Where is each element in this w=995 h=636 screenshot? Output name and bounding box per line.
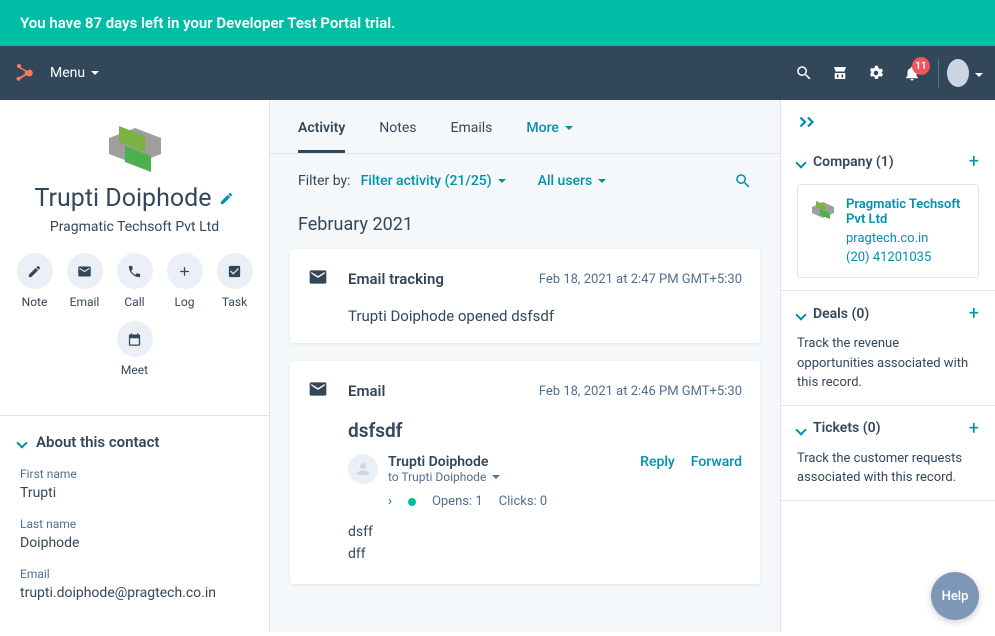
note-action[interactable]: Note xyxy=(17,253,53,309)
email-recipient-dropdown[interactable]: to Trupti Doiphode xyxy=(388,470,630,484)
deals-section-toggle[interactable]: Deals (0) + xyxy=(797,303,979,324)
right-panel: Company (1) + Pragmatic Techsoft Pvt Ltd… xyxy=(780,100,995,632)
reply-button[interactable]: Reply xyxy=(640,454,675,470)
filter-label: Filter by: xyxy=(298,173,351,189)
expand-panel-icon[interactable] xyxy=(781,100,995,139)
tabs: Activity Notes Emails More xyxy=(270,100,780,154)
search-timeline-icon[interactable] xyxy=(734,172,752,190)
email-sender: Trupti Doiphode xyxy=(388,454,630,470)
center-panel: Activity Notes Emails More Filter by: Fi… xyxy=(270,100,780,632)
timeline-month: February 2021 xyxy=(270,208,780,249)
log-action[interactable]: Log xyxy=(167,253,203,309)
add-deal-button[interactable]: + xyxy=(969,303,979,324)
envelope-icon xyxy=(308,379,336,403)
caret-down-icon xyxy=(973,64,983,83)
company-name-link[interactable]: Pragmatic Techsoft Pvt Ltd xyxy=(846,197,966,227)
status-dot-icon xyxy=(408,498,416,506)
call-action[interactable]: Call xyxy=(117,253,153,309)
task-action[interactable]: Task xyxy=(217,253,253,309)
email-action[interactable]: Email xyxy=(67,253,103,309)
email-subject: dsfsdf xyxy=(348,419,742,442)
trial-text: You have 87 days left in your Developer … xyxy=(20,14,395,32)
calendar-icon xyxy=(127,332,142,347)
company-logo-icon xyxy=(810,197,836,223)
left-panel: Trupti Doiphode Pragmatic Techsoft Pvt L… xyxy=(0,100,270,632)
email-field[interactable]: Email trupti.doiphode@pragtech.co.in xyxy=(0,561,269,611)
help-button[interactable]: Help xyxy=(931,572,979,620)
avatar-icon xyxy=(947,59,969,87)
phone-icon xyxy=(127,264,142,279)
notification-badge: 11 xyxy=(912,57,930,75)
search-icon[interactable] xyxy=(786,55,822,91)
notifications-icon[interactable]: 11 xyxy=(894,55,930,91)
plus-icon xyxy=(177,264,192,279)
chevron-down-icon xyxy=(797,304,805,323)
menu-button[interactable]: Menu xyxy=(50,65,99,81)
envelope-icon xyxy=(308,267,336,291)
opens-count: Opens: 1 xyxy=(432,494,483,509)
company-card[interactable]: Pragmatic Techsoft Pvt Ltd pragtech.co.i… xyxy=(797,184,979,278)
pencil-icon xyxy=(27,264,42,279)
first-name-field[interactable]: First name Trupti xyxy=(0,461,269,511)
deals-description: Track the revenue opportunities associat… xyxy=(797,334,979,393)
tickets-section-toggle[interactable]: Tickets (0) + xyxy=(797,418,979,439)
tab-notes[interactable]: Notes xyxy=(379,120,416,153)
contact-name: Trupti Doiphode xyxy=(35,184,235,213)
trial-banner: You have 87 days left in your Developer … xyxy=(0,0,995,46)
clicks-count: Clicks: 0 xyxy=(499,494,548,509)
add-company-button[interactable]: + xyxy=(969,151,979,172)
timeline-card-email[interactable]: Email Feb 18, 2021 at 2:46 PM GMT+5:30 d… xyxy=(290,361,760,584)
contact-logo-icon xyxy=(99,118,171,174)
tickets-description: Track the customer requests associated w… xyxy=(797,449,979,488)
chevron-right-icon[interactable]: › xyxy=(388,494,392,509)
company-phone-link[interactable]: (20) 41201035 xyxy=(846,250,966,265)
hubspot-logo-icon[interactable] xyxy=(12,61,36,85)
chevron-down-icon xyxy=(797,152,805,171)
filter-activity-dropdown[interactable]: Filter activity (21/25) xyxy=(361,173,506,189)
nav-divider xyxy=(938,59,939,87)
timeline-card-tracking[interactable]: Email tracking Feb 18, 2021 at 2:47 PM G… xyxy=(290,249,760,343)
marketplace-icon[interactable] xyxy=(822,55,858,91)
company-url-link[interactable]: pragtech.co.in xyxy=(846,231,966,246)
meet-action[interactable]: Meet xyxy=(117,321,153,377)
last-name-field[interactable]: Last name Doiphode xyxy=(0,511,269,561)
chevron-down-icon xyxy=(18,432,26,451)
person-icon xyxy=(348,454,378,484)
filter-users-dropdown[interactable]: All users xyxy=(538,173,607,189)
envelope-icon xyxy=(77,264,92,279)
company-section-toggle[interactable]: Company (1) + xyxy=(797,151,979,172)
top-nav: Menu 11 xyxy=(0,46,995,100)
account-menu[interactable] xyxy=(947,55,983,91)
add-ticket-button[interactable]: + xyxy=(969,418,979,439)
task-icon xyxy=(227,264,242,279)
tab-activity[interactable]: Activity xyxy=(298,120,345,153)
forward-button[interactable]: Forward xyxy=(691,454,742,470)
edit-icon[interactable] xyxy=(219,191,234,206)
settings-icon[interactable] xyxy=(858,55,894,91)
chevron-down-icon xyxy=(797,419,805,438)
tab-emails[interactable]: Emails xyxy=(451,120,493,153)
about-section-toggle[interactable]: About this contact xyxy=(0,416,269,461)
contact-company: Pragmatic Techsoft Pvt Ltd xyxy=(10,219,259,235)
tab-more[interactable]: More xyxy=(526,120,573,153)
